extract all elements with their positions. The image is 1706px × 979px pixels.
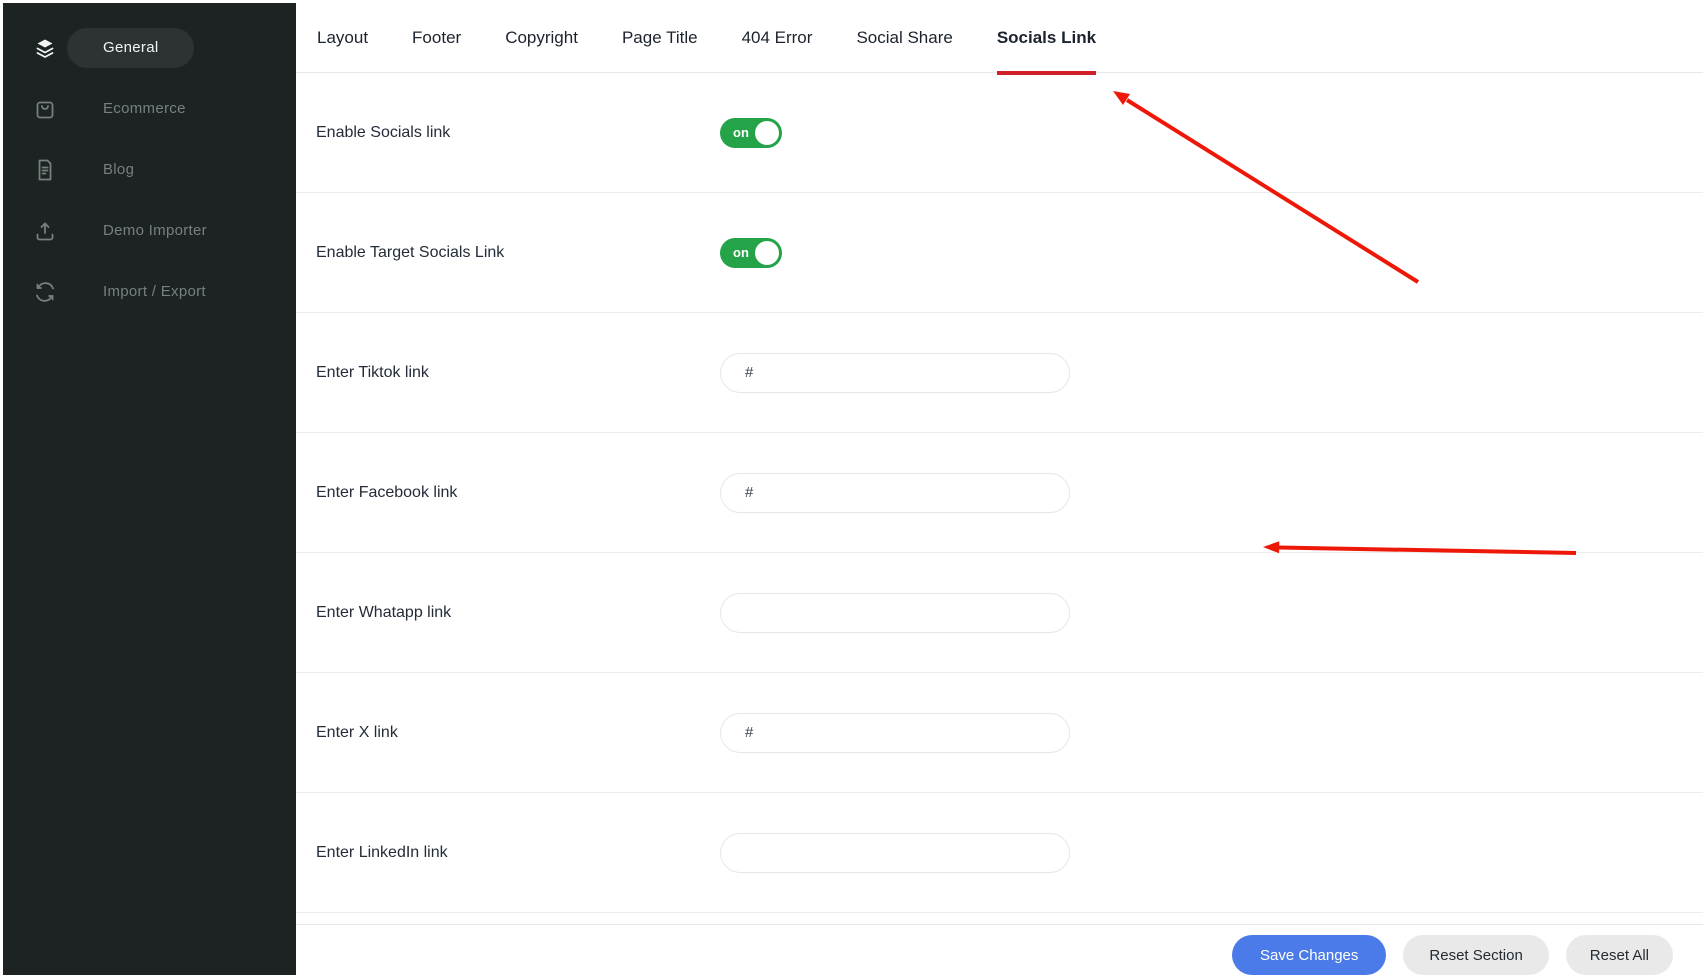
tab-social-share[interactable]: Social Share (856, 3, 952, 72)
sidebar-item-label: General (103, 39, 158, 56)
main-panel: Layout Footer Copyright Page Title 404 E… (296, 3, 1703, 975)
sidebar-item-label: Blog (103, 161, 134, 178)
footer-bar: Save Changes Reset Section Reset All (296, 924, 1703, 975)
toggle-knob (755, 121, 779, 145)
sidebar-item-label: Demo Importer (103, 222, 207, 239)
shopping-bag-icon (33, 97, 57, 121)
tab-bar: Layout Footer Copyright Page Title 404 E… (296, 3, 1703, 73)
settings-row: Enter LinkedIn link (296, 793, 1703, 913)
settings-rows: Enable Socials link on Enable Target Soc… (296, 73, 1703, 913)
link-input[interactable] (720, 353, 1070, 393)
app-window: General (3, 3, 1703, 975)
settings-row: Enter Whatapp link (296, 553, 1703, 673)
setting-label: Enter Tiktok link (316, 364, 720, 382)
sidebar-item-import-export[interactable]: Import / Export (3, 261, 296, 322)
link-input[interactable] (720, 473, 1070, 513)
save-changes-button[interactable]: Save Changes (1232, 935, 1386, 975)
footer-gap (296, 913, 1703, 924)
settings-row: Enter X link (296, 673, 1703, 793)
sync-icon (33, 280, 57, 304)
active-tab-underline (997, 71, 1096, 75)
link-input[interactable] (720, 713, 1070, 753)
setting-label: Enter X link (316, 724, 720, 742)
setting-label: Enter Facebook link (316, 484, 720, 502)
document-icon (33, 158, 57, 182)
tab-socials-link[interactable]: Socials Link (997, 3, 1096, 72)
sidebar-item-ecommerce[interactable]: Ecommerce (3, 78, 296, 139)
reset-section-button[interactable]: Reset Section (1403, 935, 1548, 975)
sidebar-item-label: Import / Export (103, 283, 206, 300)
toggle-knob (755, 241, 779, 265)
setting-label: Enable Socials link (316, 124, 720, 142)
sidebar-item-demo-importer[interactable]: Demo Importer (3, 200, 296, 261)
upload-icon (33, 219, 57, 243)
tab-404-error[interactable]: 404 Error (742, 3, 813, 72)
setting-label: Enter Whatapp link (316, 604, 720, 622)
layers-icon (33, 36, 57, 60)
sidebar-item-general[interactable]: General (3, 17, 296, 78)
settings-row: Enable Target Socials Link on (296, 193, 1703, 313)
toggle-switch[interactable]: on (720, 238, 782, 268)
sidebar-item-blog[interactable]: Blog (3, 139, 296, 200)
sidebar: General (3, 3, 296, 975)
reset-all-button[interactable]: Reset All (1566, 935, 1673, 975)
link-input[interactable] (720, 833, 1070, 873)
toggle-switch[interactable]: on (720, 118, 782, 148)
tab-page-title[interactable]: Page Title (622, 3, 698, 72)
settings-row: Enter Tiktok link (296, 313, 1703, 433)
settings-row: Enter Facebook link (296, 433, 1703, 553)
tab-footer[interactable]: Footer (412, 3, 461, 72)
tab-layout[interactable]: Layout (317, 3, 368, 72)
setting-label: Enter LinkedIn link (316, 844, 720, 862)
sidebar-item-label: Ecommerce (103, 100, 186, 117)
tab-copyright[interactable]: Copyright (505, 3, 578, 72)
setting-label: Enable Target Socials Link (316, 244, 720, 262)
toggle-on-label: on (733, 125, 749, 140)
settings-row: Enable Socials link on (296, 73, 1703, 193)
toggle-on-label: on (733, 245, 749, 260)
link-input[interactable] (720, 593, 1070, 633)
